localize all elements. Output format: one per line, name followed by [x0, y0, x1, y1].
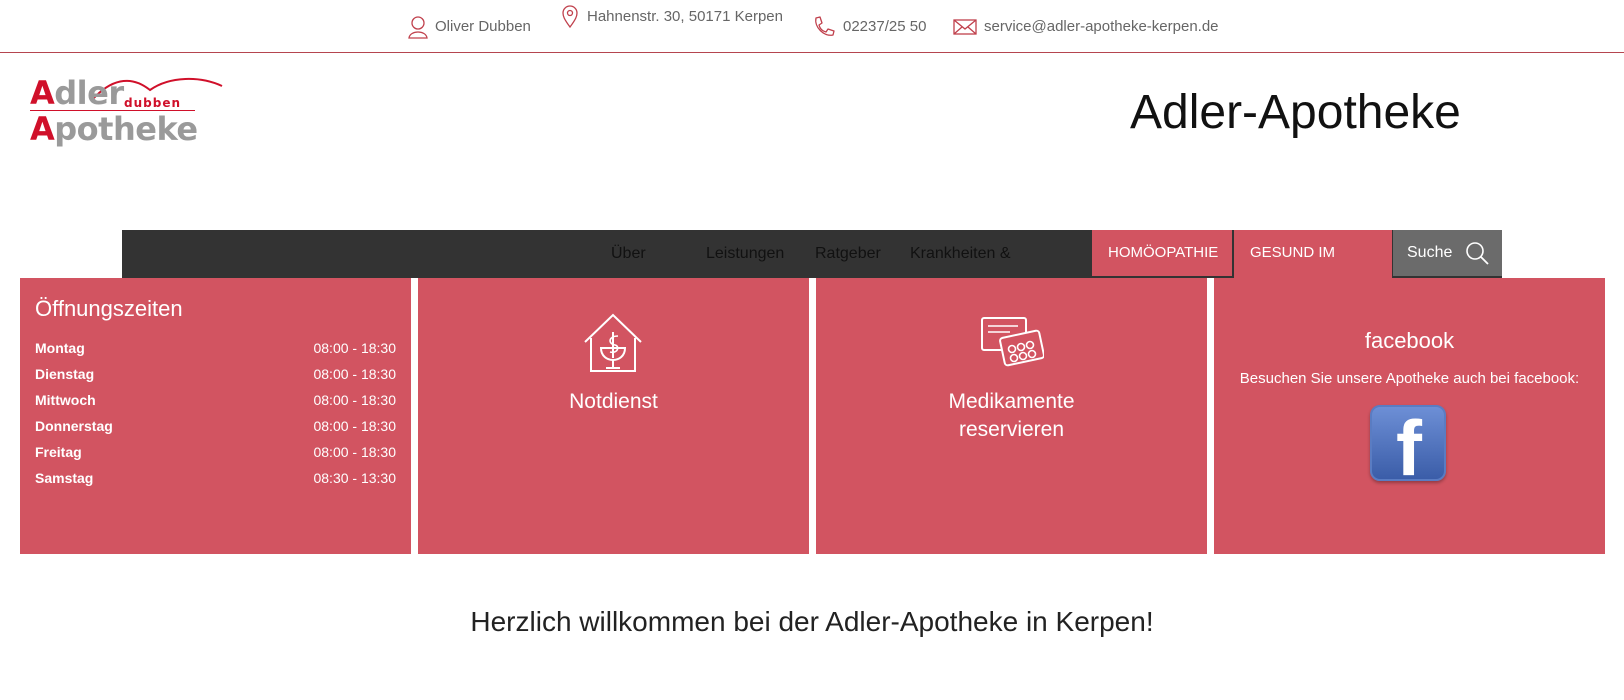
nav-item-homoeopathie[interactable]: HOMÖOPATHIE: [1092, 230, 1232, 276]
contact-address: Hahnenstr. 30, 50171 Kerpen: [560, 0, 783, 43]
medication-reservation-icon: [981, 317, 1044, 367]
contact-bar: Oliver Dubben Hahnenstr. 30, 50171 Kerpe…: [0, 0, 1624, 53]
nav-item-gesund-im[interactable]: GESUND IM: [1234, 230, 1392, 278]
hours-row: Montag 08:00 - 18:30: [35, 340, 396, 356]
hours-row: Donnerstag 08:00 - 18:30: [35, 418, 396, 434]
contact-phone-text[interactable]: 02237/25 50: [843, 18, 926, 35]
facebook-text: Besuchen Sie unsere Apotheke auch bei fa…: [1239, 370, 1580, 387]
nav-item-krankheiten[interactable]: Krankheiten &: [910, 230, 1011, 278]
medikamente-label-line2: reservieren: [958, 418, 1065, 441]
hours-title: Öffnungszeiten: [35, 296, 183, 321]
pharmacy-house-icon: [584, 313, 642, 372]
location-pin-icon: [562, 4, 578, 28]
nav-item-leistungen[interactable]: Leistungen: [706, 230, 784, 278]
welcome-heading: Herzlich willkommen bei der Adler-Apothe…: [470, 606, 1154, 637]
medikamente-label-line1: Medikamente: [948, 390, 1075, 413]
nav-search-button[interactable]: Suche: [1393, 230, 1502, 276]
hours-row: Dienstag 08:00 - 18:30: [35, 366, 396, 382]
search-icon: [1466, 242, 1489, 265]
site-logo[interactable]: Adler dubben Apotheke: [30, 72, 223, 157]
opening-hours-tile: Öffnungszeiten Montag 08:00 - 18:30 Diens…: [20, 278, 411, 554]
contact-person: Oliver Dubben: [408, 0, 531, 53]
facebook-tile: facebook Besuchen Sie unsere Apotheke au…: [1214, 278, 1605, 554]
main-nav: Über Leistungen Ratgeber Krankheiten & H…: [122, 230, 1502, 278]
facebook-title: facebook: [1364, 328, 1455, 353]
mail-icon: [953, 18, 977, 35]
notdienst-label: Notdienst: [569, 390, 658, 413]
contact-address-text: Hahnenstr. 30, 50171 Kerpen: [587, 8, 783, 25]
notdienst-tile[interactable]: Notdienst: [418, 278, 809, 554]
hours-row: Freitag 08:00 - 18:30: [35, 444, 396, 460]
search-label: Suche: [1407, 244, 1453, 261]
facebook-icon[interactable]: f: [1370, 405, 1446, 481]
logo-line-1: Adler: [30, 74, 124, 112]
nav-item-ratgeber[interactable]: Ratgeber: [815, 230, 881, 278]
phone-icon: [815, 15, 835, 36]
hours-row: Mittwoch 08:00 - 18:30: [35, 392, 396, 408]
site-title: Adler-Apotheke: [1130, 86, 1461, 139]
contact-email-text[interactable]: service@adler-apotheke-kerpen.de: [984, 18, 1219, 35]
nav-item-ueber[interactable]: Über: [611, 230, 646, 278]
contact-name: Oliver Dubben: [435, 18, 531, 35]
hours-row: Samstag 08:30 - 13:30: [35, 470, 396, 486]
contact-phone[interactable]: 02237/25 50: [812, 0, 926, 53]
logo-subtitle: dubben: [124, 96, 181, 110]
medikamente-tile[interactable]: Medikamente reservieren: [816, 278, 1207, 554]
logo-line-2: Apotheke: [30, 110, 198, 148]
contact-email[interactable]: service@adler-apotheke-kerpen.de: [953, 0, 1219, 53]
user-icon: [408, 15, 428, 39]
